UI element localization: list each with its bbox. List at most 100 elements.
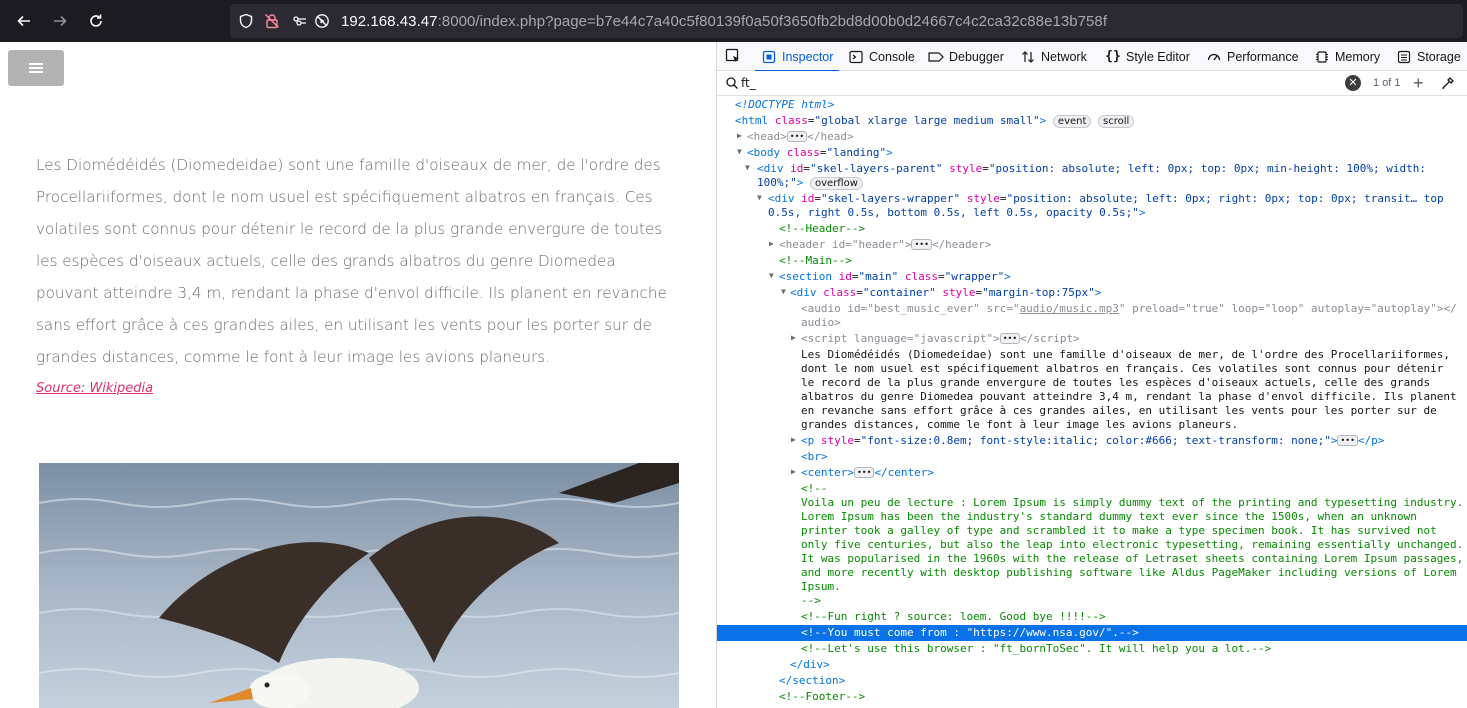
section-node[interactable]: ▼ <section id="main" class="wrapper"> bbox=[717, 269, 1467, 285]
tab-performance[interactable]: Performance bbox=[1206, 42, 1299, 71]
script-node[interactable]: ▶ <script language="javascript"> ••• </scri… bbox=[717, 331, 1467, 347]
attr-value[interactable]: audio/music.mp3 bbox=[1020, 302, 1119, 315]
collapsed-ellipsis-icon[interactable]: ••• bbox=[999, 333, 1021, 344]
performance-icon bbox=[1206, 49, 1222, 65]
text-node-content: Les Diomédéidés (Diomedeidae) sont une f… bbox=[801, 348, 1457, 431]
head-node[interactable]: ▶ <head> ••• </head> bbox=[717, 129, 1467, 145]
comment-node[interactable]: <!--Main--> bbox=[717, 253, 1467, 269]
albatross-photo bbox=[39, 463, 679, 708]
attr-value: javascript bbox=[920, 332, 987, 345]
search-icon bbox=[726, 77, 738, 89]
skel-layers-parent-node[interactable]: ▼ <div id="skel-layers-parent" style="pos… bbox=[717, 161, 1467, 191]
comment-text: <!--Main--> bbox=[779, 254, 852, 267]
autoplay-blocked-icon[interactable] bbox=[314, 13, 330, 29]
comment-text: <!--You must come from : "https://www.ns… bbox=[801, 626, 1139, 639]
clear-search-icon[interactable]: ✕ bbox=[1345, 75, 1361, 91]
attr-value: loop bbox=[1271, 302, 1298, 315]
attr-value: best_music_ever bbox=[873, 302, 974, 315]
attr-value: position: absolute; left: 0px; top: 0px;… bbox=[995, 162, 1426, 175]
section-close-tag: </section> bbox=[779, 674, 846, 687]
collapsed-ellipsis-icon[interactable]: ••• bbox=[853, 467, 875, 478]
tab-label: Inspector bbox=[782, 49, 834, 64]
comment-node[interactable]: <!--Header--> bbox=[717, 221, 1467, 237]
head-open-tag: <head> bbox=[747, 130, 787, 143]
container-node[interactable]: ▼ <div class="container" style="margin-to… bbox=[717, 285, 1467, 301]
eyedropper-icon[interactable] bbox=[1441, 76, 1455, 90]
skel-layers-wrapper-node[interactable]: ▼ <div id="skel-layers-wrapper" style="po… bbox=[717, 191, 1467, 221]
tab-label: Storage bbox=[1417, 49, 1461, 64]
overflow-badge[interactable]: overflow bbox=[810, 177, 863, 190]
expand-twisty-icon[interactable]: ▶ bbox=[769, 240, 777, 248]
tab-label: Performance bbox=[1227, 49, 1299, 64]
tab-console[interactable]: Console bbox=[848, 42, 915, 71]
markup-search-input[interactable] bbox=[741, 74, 1341, 92]
collapsed-ellipsis-icon[interactable]: ••• bbox=[786, 131, 808, 142]
collapse-twisty-icon[interactable]: ▼ bbox=[745, 164, 753, 172]
attr-value: container bbox=[869, 286, 930, 299]
selected-comment-node[interactable]: <!--You must come from : "https://www.ns… bbox=[717, 625, 1467, 641]
comment-text: <!--Let's use this browser : "ft_bornToS… bbox=[801, 642, 1272, 655]
body-node[interactable]: ▼ <body class="landing"> bbox=[717, 145, 1467, 161]
url-host: 192.168.43.47 bbox=[341, 13, 438, 30]
storage-icon bbox=[1396, 49, 1412, 65]
center-node[interactable]: ▶ <center> ••• </center> bbox=[717, 465, 1467, 481]
text-node[interactable]: Les Diomédéidés (Diomedeidae) sont une f… bbox=[717, 347, 1467, 431]
source-link[interactable]: Source: Wikipedia bbox=[36, 381, 153, 396]
comment-text: <!--Header--> bbox=[779, 222, 866, 235]
expand-twisty-icon[interactable]: ▶ bbox=[737, 132, 745, 140]
network-icon bbox=[1020, 49, 1036, 65]
attr-value: font-size:0.8em; font-style:italic; colo… bbox=[867, 434, 1325, 447]
collapse-twisty-icon[interactable]: ▼ bbox=[781, 288, 789, 296]
comment-text: <!--Fun right ? source: loem. Good bye !… bbox=[801, 610, 1106, 623]
back-arrow-icon[interactable] bbox=[12, 9, 36, 33]
header-node[interactable]: ▶ <header id="header"> ••• </header> bbox=[717, 237, 1467, 253]
expand-twisty-icon[interactable]: ▶ bbox=[791, 468, 799, 476]
debugger-icon bbox=[928, 49, 944, 65]
audio-node[interactable]: <audio id="best_music_ever" src="audio/m… bbox=[717, 301, 1467, 331]
comment-close: --> bbox=[801, 594, 821, 607]
tab-debugger[interactable]: Debugger bbox=[928, 42, 1004, 71]
attr-value: skel-layers-wrapper bbox=[827, 192, 954, 205]
comment-node[interactable]: <!--Let's use this browser : "ft_bornToS… bbox=[717, 641, 1467, 657]
tab-inspector[interactable]: Inspector bbox=[754, 42, 840, 72]
collapse-twisty-icon[interactable]: ▼ bbox=[737, 148, 745, 156]
lorem-comment-node[interactable]: <!-- Voila un peu de lecture : Lorem Ipsu… bbox=[717, 481, 1467, 607]
attr-value: skel-layers-parent bbox=[816, 162, 936, 175]
attr-value: position: absolute; left: 0px; right: 0p… bbox=[1013, 192, 1444, 205]
tab-style-editor[interactable]: {} Style Editor bbox=[1105, 42, 1190, 71]
br-node[interactable]: <br> bbox=[717, 449, 1467, 465]
collapse-twisty-icon[interactable]: ▼ bbox=[769, 272, 777, 280]
reload-icon[interactable] bbox=[84, 9, 108, 33]
menu-button[interactable] bbox=[8, 50, 64, 86]
tab-storage[interactable]: Storage bbox=[1396, 42, 1461, 71]
element-picker-icon[interactable] bbox=[725, 48, 741, 64]
div-close-node[interactable]: </div> bbox=[717, 657, 1467, 673]
attr-value: wrapper bbox=[951, 270, 998, 283]
devtools-tabbar: Inspector Console Debugger Network {} St… bbox=[717, 42, 1467, 72]
add-node-icon[interactable]: + bbox=[1413, 73, 1424, 93]
audio-close-tag: audio> bbox=[801, 316, 841, 329]
permissions-icon[interactable] bbox=[292, 13, 308, 29]
forward-arrow-icon[interactable] bbox=[48, 9, 72, 33]
memory-icon bbox=[1314, 49, 1330, 65]
tab-network[interactable]: Network bbox=[1020, 42, 1087, 71]
doctype-node[interactable]: <!DOCTYPE html> bbox=[717, 97, 1467, 113]
comment-node[interactable]: <!--Fun right ? source: loem. Good bye !… bbox=[717, 609, 1467, 625]
expand-twisty-icon[interactable]: ▶ bbox=[791, 436, 799, 444]
html-node[interactable]: <html class="global xlarge large medium … bbox=[717, 113, 1467, 129]
p-node[interactable]: ▶ <p style="font-size:0.8em; font-style:i… bbox=[717, 433, 1467, 449]
collapse-twisty-icon[interactable]: ▼ bbox=[757, 194, 765, 202]
scroll-badge[interactable]: scroll bbox=[1098, 115, 1135, 128]
collapsed-ellipsis-icon[interactable]: ••• bbox=[911, 239, 932, 250]
insecure-lock-icon[interactable] bbox=[264, 13, 280, 29]
url-bar[interactable]: 192.168.43.47:8000/index.php?page=b7e44c… bbox=[230, 4, 1463, 38]
tab-memory[interactable]: Memory bbox=[1314, 42, 1380, 71]
section-close-node[interactable]: </section> bbox=[717, 673, 1467, 689]
shield-icon[interactable] bbox=[238, 13, 254, 29]
expand-twisty-icon[interactable]: ▶ bbox=[791, 334, 799, 342]
collapsed-ellipsis-icon[interactable]: ••• bbox=[1337, 435, 1358, 446]
markup-tree: <!DOCTYPE html> <html class="global xlar… bbox=[717, 97, 1467, 708]
event-badge[interactable]: event bbox=[1052, 115, 1092, 128]
doctype-text: <!DOCTYPE html> bbox=[735, 98, 835, 111]
comment-node[interactable]: <!--Footer--> bbox=[717, 689, 1467, 705]
